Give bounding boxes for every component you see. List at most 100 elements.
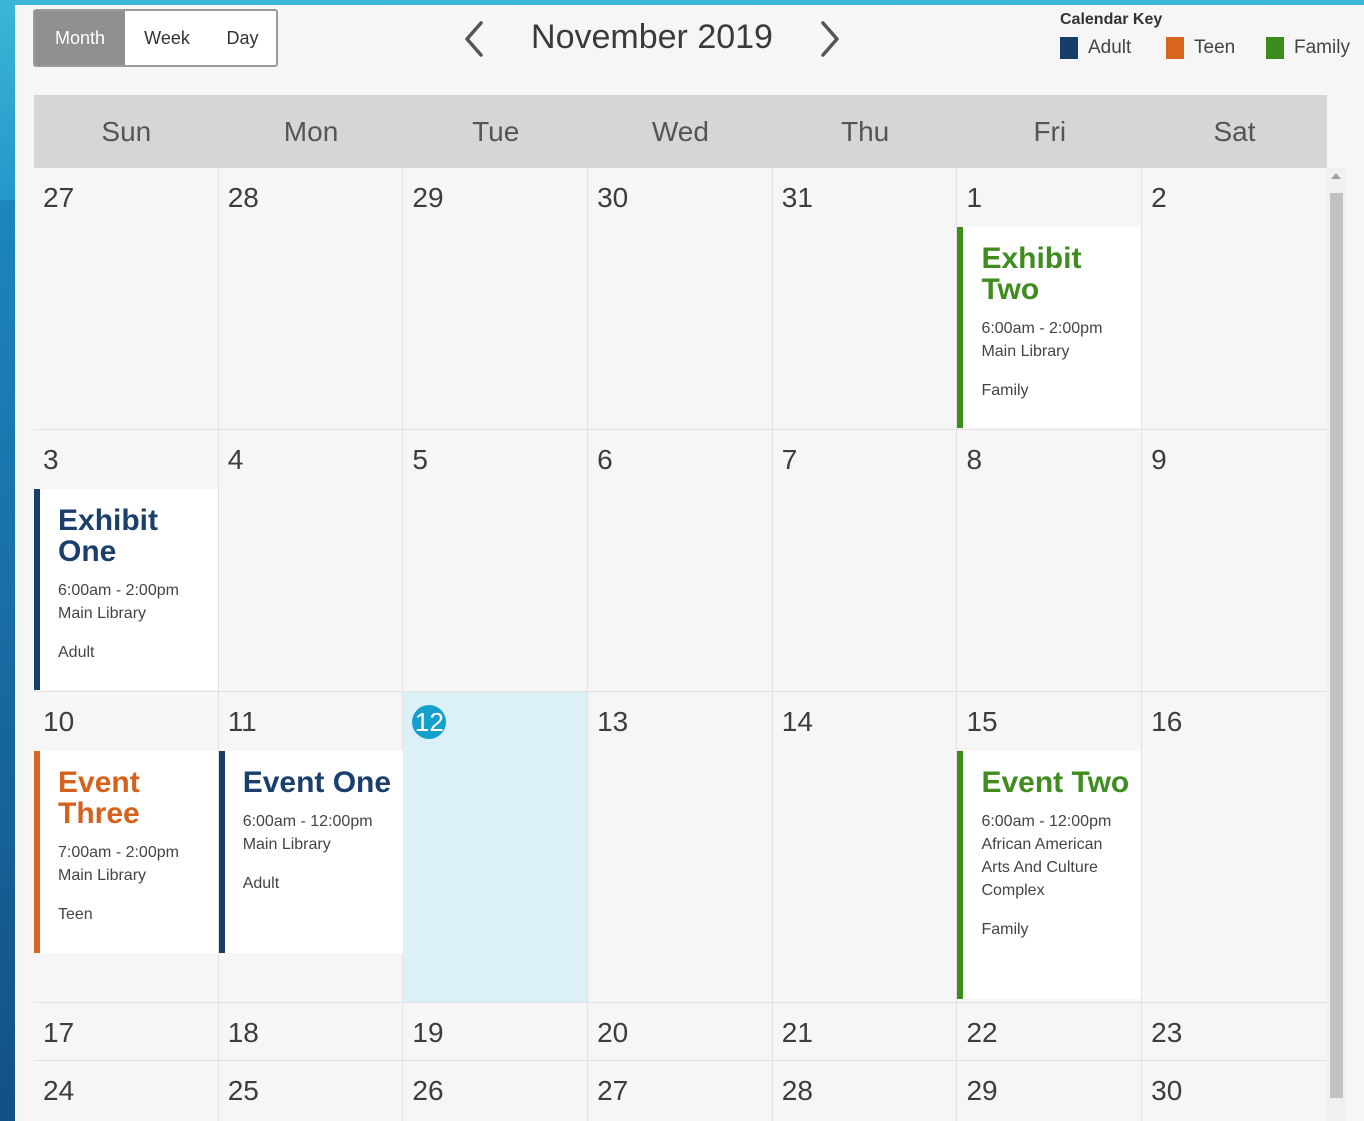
event-time: 6:00am - 2:00pm [58,582,179,599]
day-cell[interactable]: 28 [772,1061,958,1121]
event-location: Main Library [58,867,147,884]
day-number: 20 [597,1017,629,1048]
event-event-one[interactable]: Event One 6:00am - 12:00pm Main Library … [218,751,403,953]
day-number: 3 [43,444,59,475]
day-cell[interactable]: 3 Exhibit One 6:00am - 2:00pm Main Libra… [34,430,219,691]
day-cell[interactable]: 27 [34,168,219,429]
day-cell[interactable]: 2 [1142,168,1327,429]
day-number: 30 [1151,1075,1183,1106]
adult-swatch [1060,37,1078,59]
day-cell[interactable]: 8 [957,430,1143,691]
chevron-left-icon [465,21,483,57]
day-number: 7 [781,444,798,475]
day-cell[interactable]: 25 [218,1061,404,1121]
key-label: Family [1294,37,1350,58]
day-number: 4 [227,444,244,475]
day-cell[interactable]: 13 [588,692,773,1002]
day-cell[interactable]: 1 Exhibit Two 6:00am - 2:00pm Main Libra… [957,168,1143,429]
event-location: Main Library [58,605,147,622]
day-number: 21 [781,1017,813,1048]
day-cell[interactable]: 16 [1142,692,1327,1002]
event-time: 6:00am - 12:00pm [242,813,373,830]
event-exhibit-one[interactable]: Exhibit One 6:00am - 2:00pm Main Library… [34,489,218,690]
day-number: 5 [412,444,428,475]
key-item-family: Family [1266,37,1350,59]
day-cell[interactable]: 21 [772,1003,958,1060]
key-label: Teen [1194,37,1236,58]
day-cell[interactable]: 15 Event Two 6:00am - 12:00pm African Am… [957,692,1143,1002]
day-cell[interactable]: 9 [1142,430,1327,691]
day-view-button[interactable]: Day [209,11,276,65]
day-cell[interactable]: 30 [588,168,773,429]
day-cell[interactable]: 6 [588,430,773,691]
previous-month-button[interactable] [461,19,491,59]
day-cell[interactable]: 10 Event Three 7:00am - 2:00pm Main Libr… [34,692,219,1002]
day-cell[interactable]: 28 [218,168,404,429]
day-cell[interactable]: 26 [403,1061,589,1121]
event-category: Adult [242,875,280,892]
week-row: 17 18 19 20 21 22 23 [34,1003,1327,1061]
day-cell[interactable]: 31 [772,168,958,429]
day-number: 30 [597,182,629,213]
event-location: Main Library [242,836,331,853]
day-cell[interactable]: 4 [218,430,404,691]
key-item-teen: Teen [1166,37,1235,59]
month-view-button[interactable]: Month [35,11,125,65]
teen-swatch [1166,37,1184,59]
month-title: November 2019 [531,18,773,56]
day-number: 15 [966,706,998,737]
day-cell[interactable]: 17 [34,1003,219,1060]
day-cell[interactable]: 7 [772,430,958,691]
day-cell[interactable]: 23 [1142,1003,1327,1060]
day-number: 6 [597,444,613,475]
day-number: 13 [597,706,629,737]
next-month-button[interactable] [813,19,843,59]
view-toggle: Month Week Day [33,9,278,67]
day-number: 11 [227,706,257,737]
week-view-button[interactable]: Week [125,11,209,65]
weekday-wed: Wed [651,116,709,147]
event-time: 6:00am - 12:00pm [981,813,1112,830]
day-cell[interactable]: 20 [588,1003,773,1060]
event-category: Teen [58,906,93,923]
day-number: 9 [1151,444,1167,475]
key-label: Adult [1088,37,1132,58]
day-number: 26 [412,1075,444,1106]
event-location: African American Arts And Culture Comple… [981,836,1103,899]
day-number: 29 [966,1075,998,1106]
day-number: 8 [966,444,983,475]
day-number: 19 [412,1017,444,1048]
day-cell[interactable]: 29 [957,1061,1143,1121]
weekday-sat: Sat [1213,116,1256,147]
day-cell[interactable]: 24 [34,1061,219,1121]
day-cell[interactable]: 30 [1142,1061,1327,1121]
weekday-thu: Thu [840,116,890,147]
day-cell[interactable]: 14 [772,692,958,1002]
weekday-tue: Tue [472,116,520,147]
weekday-header: Sun Mon Tue Wed Thu Fri Sat [34,95,1327,168]
event-category: Family [981,921,1029,938]
day-cell[interactable]: 19 [403,1003,589,1060]
day-cell[interactable]: 22 [957,1003,1143,1060]
scroll-up-arrow-icon[interactable] [1331,173,1341,179]
scrollbar-thumb[interactable] [1330,193,1343,1098]
day-number: 28 [781,1075,813,1106]
event-event-three[interactable]: Event Three 7:00am - 2:00pm Main Library… [34,751,218,953]
day-cell[interactable]: 27 [588,1061,773,1121]
day-number: 27 [43,182,75,213]
event-exhibit-two[interactable]: Exhibit Two 6:00am - 2:00pm Main Library… [957,227,1142,428]
week-row: 27 28 29 30 31 1 Exhibit Two 6:00am - 2:… [34,168,1327,430]
scrollbar[interactable] [1327,168,1345,1121]
day-cell-today[interactable]: 12 [403,692,589,1002]
event-category: Family [981,382,1029,399]
day-cell[interactable]: 5 [403,430,589,691]
week-row: 24 25 26 27 28 29 30 [34,1061,1327,1121]
day-cell[interactable]: 18 [218,1003,404,1060]
day-number: 23 [1151,1017,1183,1048]
day-cell[interactable]: 29 [403,168,589,429]
event-title: Event Three [58,766,140,830]
day-cell[interactable]: 11 Event One 6:00am - 12:00pm Main Libra… [218,692,404,1002]
weekday-fri: Fri [1033,116,1067,147]
day-number: 17 [43,1017,75,1048]
event-event-two[interactable]: Event Two 6:00am - 12:00pm African Ameri… [957,751,1142,999]
